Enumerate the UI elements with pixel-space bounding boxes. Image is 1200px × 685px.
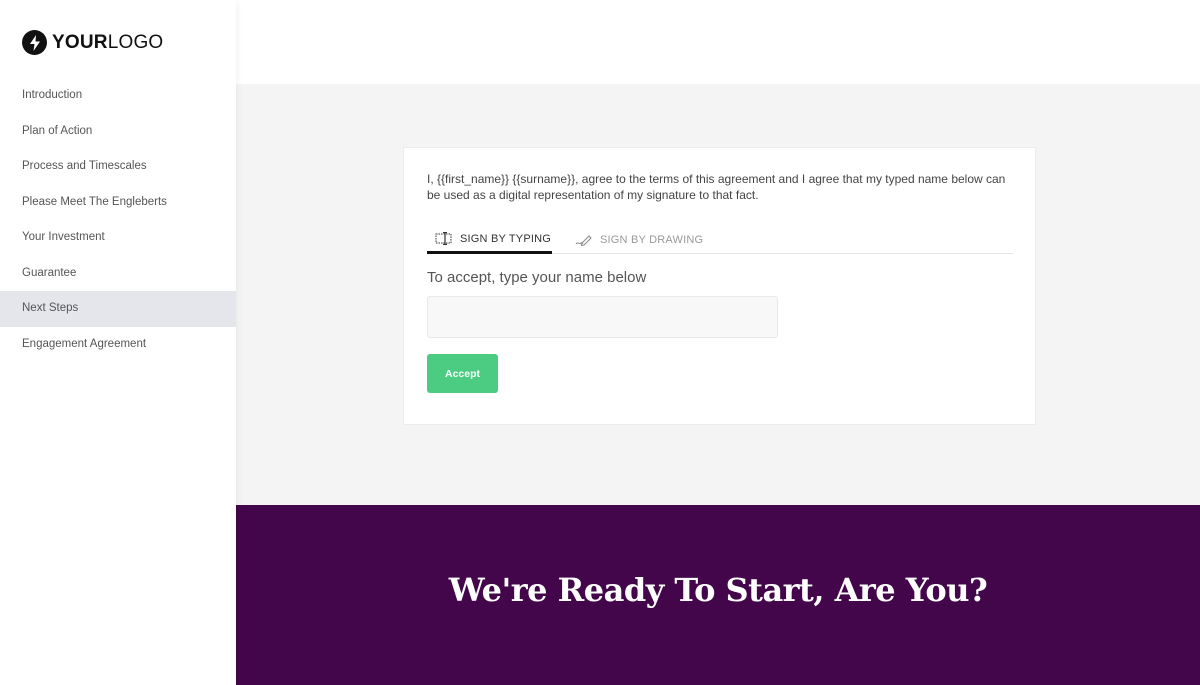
- tab-label: SIGN BY DRAWING: [600, 234, 704, 246]
- accept-button[interactable]: Accept: [427, 354, 498, 393]
- signature-section: I, {{first_name}} {{surname}}, agree to …: [236, 84, 1200, 505]
- logo[interactable]: YOURLOGO: [22, 30, 163, 55]
- sidebar-item-introduction[interactable]: Introduction: [0, 78, 236, 114]
- sidebar-item-next-steps[interactable]: Next Steps: [0, 291, 236, 327]
- tab-sign-by-typing[interactable]: SIGN BY TYPING: [427, 226, 552, 254]
- cta-banner: We're Ready To Start, Are You?: [236, 505, 1200, 685]
- signature-card: I, {{first_name}} {{surname}}, agree to …: [403, 147, 1036, 425]
- sidebar-item-your-investment[interactable]: Your Investment: [0, 220, 236, 256]
- sidebar-item-process-and-timescales[interactable]: Process and Timescales: [0, 149, 236, 185]
- text-cursor-icon: [435, 232, 452, 245]
- sidebar-item-meet-the-engleberts[interactable]: Please Meet The Engleberts: [0, 185, 236, 221]
- top-bar: [236, 0, 1200, 84]
- sidebar: YOURLOGO Introduction Plan of Action Pro…: [0, 0, 236, 685]
- lightning-bolt-icon: [22, 30, 47, 55]
- logo-text: YOURLOGO: [52, 31, 164, 53]
- sidebar-item-engagement-agreement[interactable]: Engagement Agreement: [0, 327, 236, 363]
- agreement-text: I, {{first_name}} {{surname}}, agree to …: [427, 172, 1006, 202]
- tab-sign-by-drawing[interactable]: SIGN BY DRAWING: [575, 226, 703, 254]
- cta-title: We're Ready To Start, Are You?: [448, 571, 988, 609]
- pen-icon: [575, 235, 592, 246]
- main-content: I, {{first_name}} {{surname}}, agree to …: [236, 0, 1200, 685]
- sidebar-nav: Introduction Plan of Action Process and …: [0, 78, 236, 362]
- tab-label: SIGN BY TYPING: [460, 232, 552, 245]
- signature-tabs: SIGN BY TYPING SIGN BY DRAWING: [427, 226, 1013, 254]
- sidebar-item-guarantee[interactable]: Guarantee: [0, 256, 236, 292]
- sidebar-item-plan-of-action[interactable]: Plan of Action: [0, 114, 236, 150]
- accept-prompt: To accept, type your name below: [427, 269, 647, 286]
- typed-name-input[interactable]: [427, 296, 778, 338]
